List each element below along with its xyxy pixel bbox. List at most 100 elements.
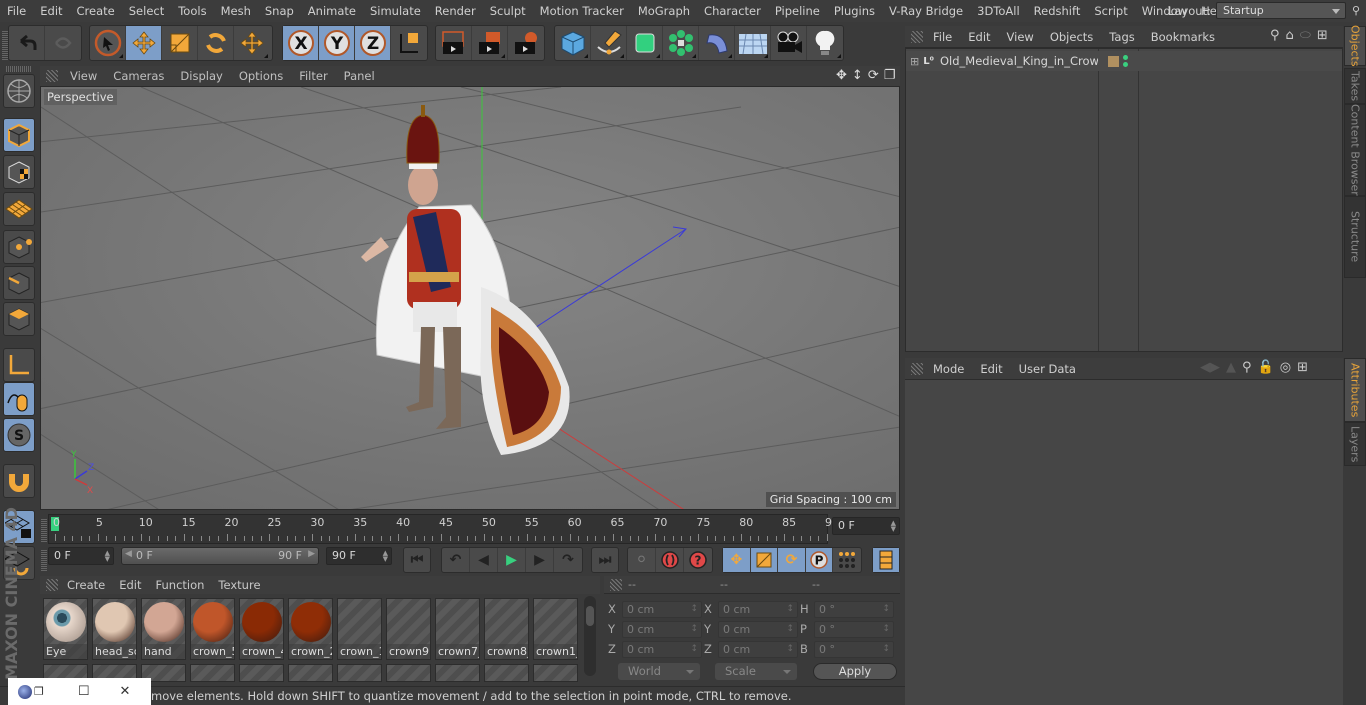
viewport-menu-view[interactable]: View [62, 69, 105, 83]
snap-icon[interactable]: S [3, 418, 35, 452]
key-position-icon[interactable]: ✥ [723, 548, 751, 572]
maximize-icon[interactable]: ☐ [78, 684, 90, 699]
lock-icon[interactable]: 🔓 [1258, 360, 1274, 375]
size-x-field[interactable]: 0 cm [718, 601, 798, 618]
menu-edit[interactable]: Edit [33, 4, 69, 18]
magnet-icon[interactable] [3, 464, 35, 498]
viewport-menu-filter[interactable]: Filter [291, 69, 335, 83]
current-frame-field[interactable]: 0 F ▲ ▼ [832, 517, 900, 535]
object-menu-edit[interactable]: Edit [960, 30, 998, 44]
move-tool-icon[interactable] [234, 26, 270, 60]
z-axis-icon[interactable]: Z [355, 26, 391, 60]
material-swatch[interactable] [533, 664, 578, 682]
material-swatch[interactable]: head_sc [92, 598, 137, 660]
material-swatch[interactable]: Eye [43, 598, 88, 660]
range-left-arrow-icon[interactable]: ◀ [125, 549, 132, 559]
menu-sculpt[interactable]: Sculpt [483, 4, 533, 18]
position-y-field[interactable]: 0 cm [622, 621, 702, 638]
key-scale-icon[interactable] [750, 548, 779, 572]
timeline-window-icon[interactable] [873, 548, 899, 572]
y-axis-icon[interactable]: Y [319, 26, 355, 60]
material-swatch[interactable] [239, 664, 284, 682]
menu-3dtoall[interactable]: 3DToAll [970, 4, 1027, 18]
start-frame-field[interactable]: 0 F ▲ ▼ [48, 547, 114, 565]
material-menu-texture[interactable]: Texture [211, 578, 267, 592]
timeline-ruler[interactable]: 051015202530354045505560657075808590 [48, 514, 839, 544]
x-axis-icon[interactable]: X [283, 26, 319, 60]
workplane-icon[interactable] [3, 192, 35, 226]
object-menu-view[interactable]: View [999, 30, 1042, 44]
material-swatch[interactable]: crown_2 [288, 598, 333, 660]
side-tab-objects[interactable]: Objects [1344, 25, 1366, 67]
material-swatch[interactable]: crown_4 [239, 598, 284, 660]
coordinate-mode-dropdown[interactable]: World [618, 663, 700, 680]
cube-icon[interactable] [555, 26, 591, 60]
apply-button[interactable]: Apply [813, 663, 897, 680]
range-right-arrow-icon[interactable]: ▶ [308, 549, 315, 559]
coordinate-type-dropdown[interactable]: Scale [715, 663, 797, 680]
menu-tools[interactable]: Tools [171, 4, 213, 18]
attributes-menu-mode[interactable]: Mode [925, 362, 972, 376]
frame-range-slider[interactable]: ◀ 0 F 90 F ▶ [121, 547, 319, 565]
make-editable-icon[interactable] [3, 74, 35, 108]
menu-character[interactable]: Character [697, 4, 768, 18]
viewport-menu-panel[interactable]: Panel [336, 69, 383, 83]
material-swatch[interactable] [288, 664, 333, 682]
material-swatch[interactable] [435, 664, 480, 682]
material-swatch[interactable]: crown8_ [484, 598, 529, 660]
dolly-icon[interactable]: ↕ [852, 68, 863, 83]
points-mode-icon[interactable] [3, 230, 35, 264]
menu-select[interactable]: Select [122, 4, 171, 18]
object-name[interactable]: Old_Medieval_King_in_Crown [940, 54, 1098, 68]
material-swatch[interactable]: crown9 [386, 598, 431, 660]
home-icon[interactable]: ⌂ [1286, 28, 1294, 43]
coordinate-system-icon[interactable] [391, 26, 427, 60]
material-swatch[interactable] [386, 664, 431, 682]
side-tab-layers[interactable]: Layers [1344, 422, 1366, 466]
maximize-view-icon[interactable]: ❐ [884, 68, 896, 83]
viewport-menu-cameras[interactable]: Cameras [105, 69, 172, 83]
coordinates-grip[interactable] [610, 579, 622, 591]
object-menu-objects[interactable]: Objects [1042, 30, 1101, 44]
material-swatch[interactable] [337, 664, 382, 682]
menu-script[interactable]: Script [1087, 4, 1134, 18]
material-menu-function[interactable]: Function [149, 578, 212, 592]
go-to-end-icon[interactable]: ⏭ [592, 548, 618, 572]
orbit-icon[interactable]: ⟳ [868, 68, 879, 83]
rotation-h-field[interactable]: 0 ° [814, 601, 894, 618]
transport-grip[interactable] [41, 549, 47, 571]
camera-label[interactable]: Perspective [44, 89, 117, 105]
attributes-menu-edit[interactable]: Edit [972, 362, 1010, 376]
menu-motion-tracker[interactable]: Motion Tracker [533, 4, 631, 18]
viewport-grip[interactable] [46, 70, 58, 82]
visibility-dots-icon[interactable] [1122, 55, 1128, 67]
light-icon[interactable] [807, 26, 843, 60]
menu-file[interactable]: File [0, 4, 33, 18]
attributes-menu-user-data[interactable]: User Data [1011, 362, 1084, 376]
menu-v-ray-bridge[interactable]: V-Ray Bridge [882, 4, 970, 18]
redo-icon[interactable] [45, 26, 81, 60]
key-parameter-icon[interactable]: P [805, 548, 834, 572]
render-picture-viewer-icon[interactable] [472, 26, 508, 60]
previous-key-icon[interactable]: ↶ [442, 548, 470, 572]
material-scrollbar[interactable] [584, 596, 596, 676]
target-icon[interactable]: ◎ [1280, 360, 1291, 375]
menu-create[interactable]: Create [70, 4, 122, 18]
rotation-p-field[interactable]: 0 ° [814, 621, 894, 638]
autokey-icon[interactable]: ? [684, 548, 712, 572]
side-tab-content-browser[interactable]: Content Browser [1344, 104, 1366, 196]
search-icon[interactable]: ⚲ [1270, 28, 1280, 43]
size-y-field[interactable]: 0 cm [718, 621, 798, 638]
up-arrow-icon[interactable]: ▲ [1226, 360, 1236, 375]
position-x-field[interactable]: 0 cm [622, 601, 702, 618]
deformer-icon[interactable] [699, 26, 735, 60]
3d-viewport[interactable]: Perspective Y Z X Grid Spacing : 100 cm [40, 86, 900, 510]
undo-icon[interactable] [9, 26, 45, 60]
expand-icon[interactable]: ⊞ [910, 55, 919, 68]
axis-mode-icon[interactable] [3, 348, 35, 382]
material-swatch[interactable] [484, 664, 529, 682]
pen-spline-icon[interactable] [591, 26, 627, 60]
timeline-grip[interactable] [41, 518, 47, 542]
key-pla-icon[interactable] [833, 548, 861, 572]
render-view-icon[interactable] [436, 26, 472, 60]
